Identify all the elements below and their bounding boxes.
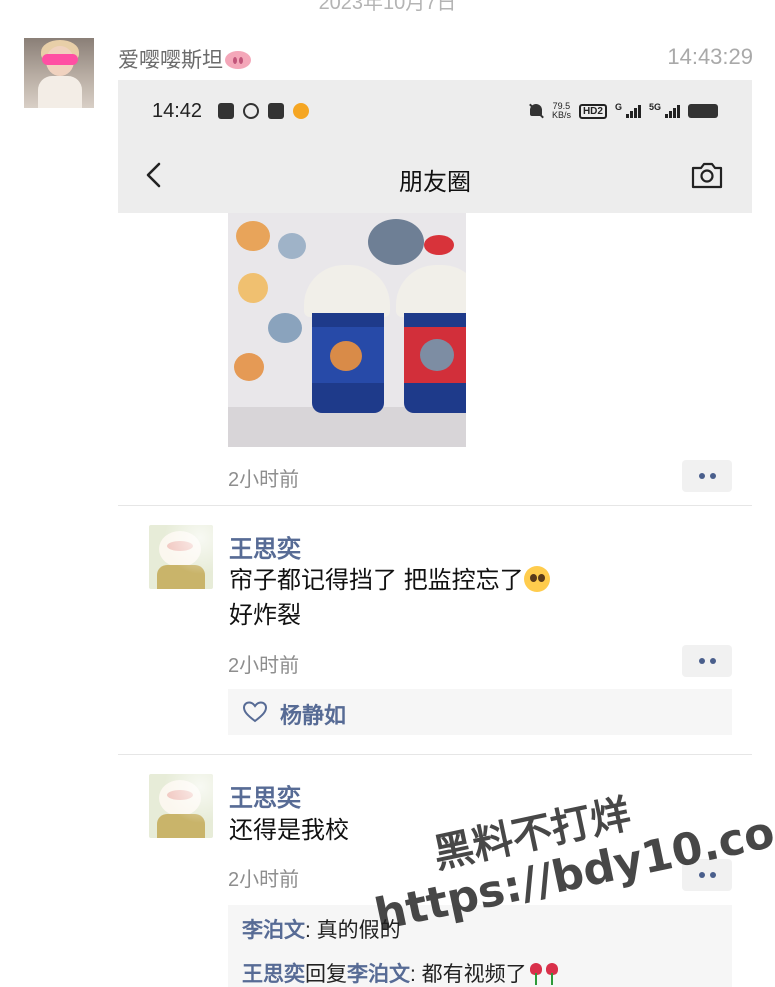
notification-app-icon [243, 103, 259, 119]
status-time: 14:42 [152, 100, 203, 122]
shared-screenshot[interactable]: 14:42 79.5 KB/s HD2 G 5G 朋友圈 2小时前 王思奕 帘子… [118, 80, 752, 987]
network-speed: 79.5 KB/s [551, 101, 571, 120]
status-system-icons: 79.5 KB/s HD2 G 5G [528, 102, 718, 120]
heart-icon [242, 701, 268, 723]
commenter-name[interactable]: 王思奕 [229, 529, 301, 564]
camera-icon[interactable] [690, 160, 724, 190]
liker-name[interactable]: 杨静如 [280, 698, 346, 730]
signal-icon [665, 104, 680, 118]
battery-icon [688, 104, 718, 118]
replies-box: 李泊文: 真的假的 王思奕回复李泊文: 都有视频了 [228, 905, 732, 987]
commenter-avatar[interactable] [149, 525, 213, 589]
message-timestamp: 14:43:29 [667, 44, 753, 69]
reply-item[interactable]: 李泊文: 真的假的 [242, 914, 401, 944]
divider [118, 754, 752, 755]
comment-text: 还得是我校 [229, 817, 349, 844]
dot-icon [709, 872, 716, 878]
comment-text: 好炸裂 [229, 602, 301, 629]
comment-more-button[interactable] [682, 859, 732, 891]
divider [118, 505, 752, 506]
wilted-flower-emoji [529, 963, 543, 985]
reply-item[interactable]: 王思奕回复李泊文: 都有视频了 [242, 958, 559, 987]
comment-time: 2小时前 [228, 869, 300, 891]
status-app-icons [218, 103, 309, 119]
status-bar: 14:42 79.5 KB/s HD2 G 5G [118, 80, 752, 138]
mute-bell-icon [528, 103, 544, 119]
signal-icon [625, 104, 641, 118]
dot-icon [698, 872, 705, 878]
sender-name: 爱嘤嘤斯坦 [118, 44, 251, 74]
page-title: 朋友圈 [399, 169, 471, 196]
notification-app-icon [218, 103, 234, 119]
weibo-icon [293, 103, 309, 119]
dot-icon [709, 658, 716, 664]
post-more-button[interactable] [682, 460, 732, 492]
commenter-name[interactable]: 王思奕 [229, 778, 301, 813]
pig-nose-emoji [225, 51, 251, 69]
network-gen-label: G [614, 102, 622, 112]
post-photo[interactable] [228, 213, 466, 447]
nav-bar: 朋友圈 [118, 138, 752, 213]
date-header: 2023年10月7日 [318, 0, 457, 14]
comment-time: 2小时前 [228, 655, 300, 677]
notification-app-icon [268, 103, 284, 119]
likes-box: 杨静如 [228, 689, 732, 735]
wilted-flower-emoji [545, 963, 559, 985]
dot-icon [698, 473, 705, 479]
dot-icon [709, 473, 716, 479]
sender-avatar[interactable] [24, 38, 94, 108]
hd-voice-badge: HD2 [578, 103, 607, 119]
comment-text: 帘子都记得挡了 把监控忘了 [229, 564, 550, 598]
network-gen-label: 5G [648, 102, 661, 112]
pleading-face-emoji [523, 566, 550, 592]
post-time: 2小时前 [228, 469, 300, 491]
dot-icon [698, 658, 705, 664]
commenter-avatar[interactable] [149, 774, 213, 838]
comment-more-button[interactable] [682, 645, 732, 677]
